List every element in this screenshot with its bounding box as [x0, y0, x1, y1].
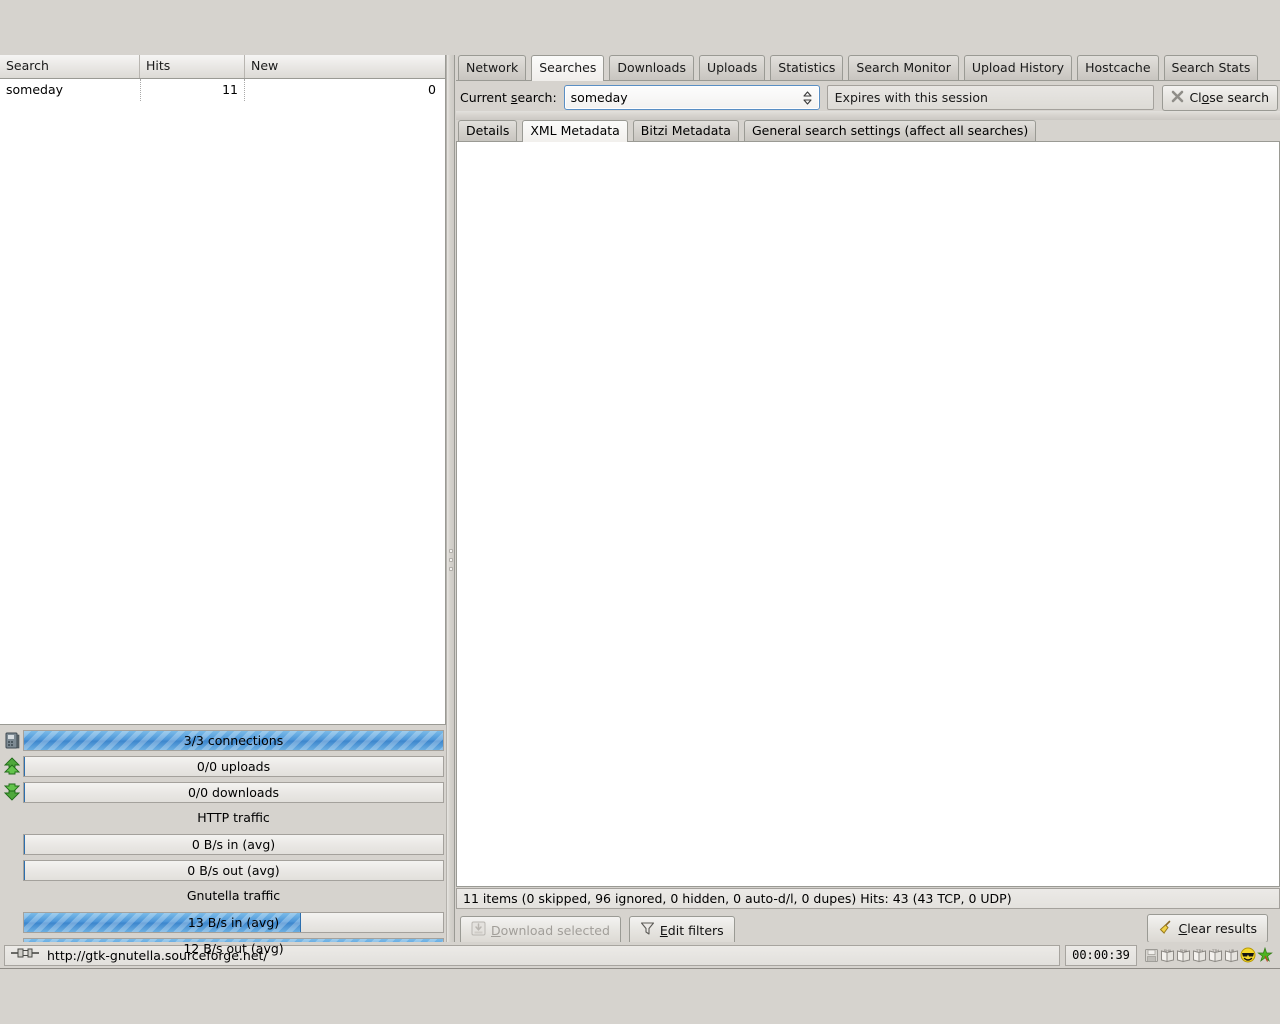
svg-text:SHA: SHA	[1180, 949, 1188, 953]
download-arrows-icon	[2, 781, 22, 803]
clear-results-label: Clear results	[1178, 921, 1257, 936]
connections-progressbar: 3/3 connections	[23, 729, 444, 751]
cell-new: 0	[428, 82, 436, 97]
tab-upload-history[interactable]: Upload History	[963, 55, 1073, 80]
current-search-row: Current search: someday Expires with thi…	[456, 81, 1280, 111]
tab-search-stats[interactable]: Search Stats	[1163, 55, 1259, 80]
table-row[interactable]: someday 11 0	[0, 79, 445, 101]
stat-connections-row: 3/3 connections	[0, 727, 446, 753]
svg-text:LIB: LIB	[1229, 949, 1235, 953]
sha-book-icon[interactable]: SHA	[1160, 948, 1175, 963]
current-search-combobox[interactable]: someday	[563, 85, 820, 110]
subtab-general-settings[interactable]: General search settings (affect all sear…	[743, 120, 1037, 141]
uploads-label: 0/0 uploads	[196, 758, 271, 774]
column-header-search[interactable]: Search	[0, 55, 140, 78]
gnutella-traffic-header: Gnutella traffic	[186, 888, 281, 903]
subtab-xml-metadata[interactable]: XML Metadata	[522, 120, 628, 142]
tab-hostcache[interactable]: Hostcache	[1077, 55, 1159, 80]
upload-arrows-icon	[2, 755, 22, 777]
subtab-bitzi-metadata[interactable]: Bitzi Metadata	[632, 120, 739, 141]
gnutella-out-progressbar: 12 B/s out (avg)	[23, 937, 444, 959]
search-list-header: Search Hits New	[0, 55, 445, 79]
tab-network[interactable]: Network	[458, 55, 527, 80]
stat-gnutella-out-row: 12 B/s out (avg)	[0, 935, 446, 961]
tth-book-icon[interactable]: TTH	[1208, 948, 1223, 963]
http-in-label: 0 B/s in (avg)	[191, 836, 276, 852]
stat-downloads-row: 0/0 downloads	[0, 779, 446, 805]
statistics-panel: 3/3 connections 0/0 uploads 0/0 download…	[0, 727, 446, 959]
tab-search-monitor[interactable]: Search Monitor	[848, 55, 959, 80]
vertical-splitter[interactable]	[446, 55, 455, 942]
tab-searches[interactable]: Searches	[531, 55, 605, 81]
column-header-hits[interactable]: Hits	[140, 55, 245, 78]
clear-results-button[interactable]: Clear results	[1147, 914, 1268, 943]
gtk-gnutella-window: Search Hits New someday 11 0 3/3 connect…	[0, 0, 1280, 1024]
close-icon	[1171, 90, 1184, 106]
gnutella-in-progressbar: 13 B/s in (avg)	[23, 911, 444, 933]
stat-gnutella-in-row: 13 B/s in (avg)	[0, 909, 446, 935]
svg-text:TTH: TTH	[1212, 949, 1219, 953]
lib-book-icon[interactable]: LIB	[1224, 948, 1239, 963]
download-selected-button[interactable]: Download selected	[460, 915, 621, 945]
current-search-label: Current search:	[460, 90, 557, 105]
funnel-filter-icon	[640, 921, 655, 939]
search-expiry-field[interactable]: Expires with this session	[826, 85, 1155, 110]
tab-statistics[interactable]: Statistics	[770, 55, 844, 80]
main-tabbar: Network Searches Downloads Uploads Stati…	[456, 55, 1280, 81]
stat-uploads-row: 0/0 uploads	[0, 753, 446, 779]
http-out-label: 0 B/s out (avg)	[187, 862, 280, 878]
uploads-progressbar: 0/0 uploads	[23, 755, 444, 777]
download-selected-label: Download selected	[491, 922, 610, 938]
http-traffic-header: HTTP traffic	[197, 810, 270, 825]
statusbar-divider	[0, 968, 1280, 969]
tab-uploads[interactable]: Uploads	[698, 55, 766, 80]
cell-hits: 11	[140, 79, 245, 101]
svg-text:SHA: SHA	[1164, 949, 1172, 953]
server-icon	[2, 729, 22, 751]
tth-book-icon[interactable]: TTH	[1192, 948, 1207, 963]
downloads-label: 0/0 downloads	[187, 784, 280, 800]
smiley-sunglasses-icon[interactable]	[1240, 947, 1256, 963]
disk-save-icon[interactable]	[1144, 948, 1159, 963]
download-icon	[471, 921, 486, 939]
http-in-progressbar: 0 B/s in (avg)	[23, 833, 444, 855]
close-search-button[interactable]: Close search	[1162, 84, 1278, 111]
horizontal-splitter[interactable]	[456, 111, 1280, 126]
results-status-text: 11 items (0 skipped, 96 ignored, 0 hidde…	[456, 888, 1280, 909]
broom-icon	[1158, 920, 1173, 938]
tab-downloads[interactable]: Downloads	[609, 55, 694, 80]
connections-label: 3/3 connections	[183, 732, 284, 748]
edit-filters-label: Edit filters	[659, 922, 724, 938]
edit-filters-button[interactable]: Edit filters	[628, 915, 735, 945]
green-star-icon[interactable]	[1257, 947, 1273, 963]
splitter-grip	[449, 549, 453, 576]
stat-http-in-row: 0 B/s in (avg)	[0, 831, 446, 857]
subtab-details[interactable]: Details	[458, 120, 518, 141]
gnutella-out-label: 12 B/s out (avg)	[183, 940, 284, 956]
search-detail-tabbar: Details XML Metadata Bitzi Metadata Gene…	[456, 120, 1280, 142]
sha-book-icon[interactable]: SHA	[1176, 948, 1191, 963]
session-clock: 00:00:39	[1065, 944, 1137, 966]
gnutella-traffic-header-row: Gnutella traffic	[0, 883, 446, 909]
current-search-value: someday	[570, 90, 628, 105]
close-search-label: Close search	[1189, 90, 1269, 105]
search-list-panel: Search Hits New someday 11 0	[0, 55, 446, 725]
cell-search-name: someday	[6, 82, 64, 97]
xml-metadata-content[interactable]	[456, 142, 1280, 887]
svg-text:TTH: TTH	[1196, 949, 1203, 953]
gnutella-in-label: 13 B/s in (avg)	[187, 914, 280, 930]
main-notebook: Network Searches Downloads Uploads Stati…	[456, 55, 1280, 945]
column-header-new[interactable]: New	[245, 55, 445, 78]
stat-http-out-row: 0 B/s out (avg)	[0, 857, 446, 883]
http-traffic-header-row: HTTP traffic	[0, 805, 446, 831]
http-out-progressbar: 0 B/s out (avg)	[23, 859, 444, 881]
status-icon-tray: SHA SHA TTH TTH LIB	[1141, 945, 1276, 966]
downloads-progressbar: 0/0 downloads	[23, 781, 444, 803]
chevron-updown-icon	[803, 90, 812, 105]
